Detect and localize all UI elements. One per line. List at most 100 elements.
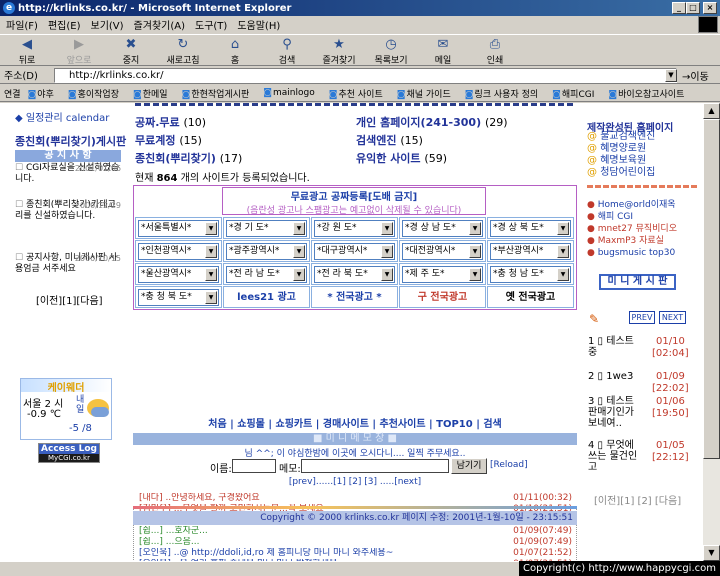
menu-item-5[interactable]: 도움말(H) [237,17,280,32]
toolbar-button-refresh[interactable]: ↻ 새로고침 [160,35,206,66]
region-select[interactable]: *울산광역시* ▼ [138,266,219,283]
category-link[interactable]: 개인 홈페이지(241-300) (29) [356,114,508,130]
scroll-thumb[interactable] [703,119,720,459]
notice-item[interactable]: ☐ 종친회(뿌리찾기)카테고리를 신설하였습니다. 2000/12/29 [15,200,121,250]
name-input[interactable] [232,459,276,473]
link-item-6[interactable]: ◙채널 가이드 [397,87,458,100]
ad-title: 무료광고 공짜등록[도배 금지] [290,192,418,203]
link-item-5[interactable]: ◙추천 사이트 [329,87,390,100]
toolbar-button-search[interactable]: ⚲ 검색 [264,35,310,66]
menu-item-3[interactable]: 즐겨찾기(A) [134,17,185,32]
mini-board-title[interactable]: 미 니 게 시 판 [599,274,676,290]
region-select[interactable]: *서울특별시* ▼ [138,220,219,237]
vertical-scrollbar[interactable]: ▲ ▼ [703,103,720,561]
menu-item-0[interactable]: 파일(F) [6,17,38,32]
link-item-8[interactable]: ◙해피CGI [552,87,601,100]
memo-input[interactable] [301,459,449,473]
notice-item[interactable]: ☐ CGI자료실을 신설하였습니다. 2001/01/06 [15,163,121,197]
link-label: mainlogo [273,88,315,98]
submit-memo-button[interactable]: 남기기 [451,458,487,474]
region-select[interactable]: *경 기 도* ▼ [226,220,307,237]
link-item-7[interactable]: ◙링크 사용자 정의 [465,87,545,100]
ad-cell: *경 기 도* ▼ [223,217,310,239]
close-button[interactable]: × [703,2,717,14]
link-item-2[interactable]: ◙한메일 [133,87,175,100]
address-input[interactable]: http://krlinks.co.kr/ [54,68,677,83]
partner-link[interactable]: ● 해피 CGI [587,211,693,223]
completed-site-link[interactable]: @ 청담어린이집 [587,167,693,179]
region-select[interactable]: *충 청 남 도* ▼ [490,266,571,283]
link-item-0[interactable]: ◙야후 [28,87,61,100]
completed-site-link[interactable]: @ 혜명보육원 [587,155,693,167]
menu-item-2[interactable]: 보기(V) [91,17,124,32]
toolbar-button-mail[interactable]: ✉ 메일 [420,35,466,66]
toolbar-button-home[interactable]: ⌂ 홈 [212,35,258,66]
ad-lees-link[interactable]: lees21 광고 [224,287,309,309]
category-link[interactable]: 무료계정 (15) [135,132,202,148]
mini-board-pager[interactable]: [이전][1] [2] [다음] [594,492,681,507]
menu-item-1[interactable]: 편집(E) [48,17,81,32]
partner-link[interactable]: ● bugsmusic top30 [587,247,693,259]
ad-cell: *강 원 도* ▼ [311,217,398,239]
region-select[interactable]: *경 상 북 도* ▼ [490,220,571,237]
scroll-down-button[interactable]: ▼ [703,545,720,561]
region-select[interactable]: *대구광역시* ▼ [314,243,395,260]
next-button[interactable]: NEXT [659,311,686,324]
region-select[interactable]: *경 상 남 도* ▼ [402,220,483,237]
menu-item-4[interactable]: 도구(T) [195,17,227,32]
link-item-4[interactable]: ◙mainlogo [263,88,321,98]
memo-pager[interactable]: [prev]......[1] [2] [3] .....[next] [133,477,577,487]
scroll-up-button[interactable]: ▲ [703,103,720,119]
region-select[interactable]: *대전광역시* ▼ [402,243,483,260]
region-select[interactable]: *제 주 도* ▼ [402,266,483,283]
site-nav[interactable]: 처음 | 쇼핑몰 | 쇼핑카트 | 경매사이트 | 추천사이트 | TOP10 … [135,415,575,430]
notice-pager[interactable]: [이전][1][다음] [36,292,103,307]
mini-board-item[interactable]: 4 ▯ 무엇에 쓰는 물건인고 01/05 [22:12] [588,440,689,473]
prev-button[interactable]: PREV [629,311,655,324]
ad-nation-link[interactable]: * 전국광고 * [312,287,397,309]
page-icon: ◙ [328,89,338,100]
category-link[interactable]: 검색엔진 (15) [356,132,423,148]
completed-site-link[interactable]: @ 불교검색엔진 [587,131,693,143]
ad-yet-link[interactable]: 옛 전국광고 [488,287,573,309]
toolbar-button-stop[interactable]: ✖ 중지 [108,35,154,66]
link-item-9[interactable]: ◙바이오참고사이트 [608,87,691,100]
category-link[interactable]: 공짜.무료 (10) [135,114,206,130]
mini-board-item[interactable]: 3 ▯ 테스트 판매기인가 보네여.. 01/06 [19:50] [588,396,689,429]
mini-board-item[interactable]: 1 ▯ 테스트중 01/10 [02:04] [588,336,689,368]
category-count: (15) [179,134,202,147]
toolbar-button-back[interactable]: ◀ 뒤로 [4,35,50,66]
toolbar-label: 목록보기 [374,56,408,66]
region-select[interactable]: *강 원 도* ▼ [314,220,395,237]
partner-link[interactable]: ● mnet27 뮤직비디오 [587,223,693,235]
toolbar-button-forward[interactable]: ▶ 앞으로 [56,35,102,66]
clan-board-link[interactable]: 종친회(뿌리찾기)게시판 [15,133,126,149]
reload-link[interactable]: [Reload] [490,460,528,470]
completed-site-link[interactable]: @ 혜명양로원 [587,143,693,155]
region-select[interactable]: *부산광역시* ▼ [490,243,571,260]
toolbar-button-history[interactable]: ◷ 목록보기 [368,35,414,66]
toolbar-button-favorites[interactable]: ★ 즐겨찾기 [316,35,362,66]
weather-widget[interactable]: 케이웨더 서울 2 시 -0.9 ℃ 내일 -5 /8 [20,378,112,440]
memo-text: [내다] ..안녕하세요, 구경왔어요 [139,493,260,503]
category-link[interactable]: 종친회(뿌리찾기) (17) [135,150,242,166]
toolbar-button-print[interactable]: ⎙ 인쇄 [472,35,518,66]
address-dropdown-button[interactable]: ▼ [665,69,677,82]
region-select[interactable]: *인천광역시* ▼ [138,243,219,260]
partner-link[interactable]: ● Home@orld이재옥 [587,199,693,211]
partner-link[interactable]: ● MaxmP3 자료실 [587,235,693,247]
maximize-button[interactable]: □ [686,2,700,14]
region-select[interactable]: *충 청 북 도* ▼ [138,289,219,306]
region-label: *경 상 북 도* [493,223,544,233]
region-select[interactable]: *광주광역시* ▼ [226,243,307,260]
go-button[interactable]: →이동 [682,68,709,83]
ad-gu-link[interactable]: 구 전국광고 [400,287,485,309]
region-select[interactable]: *전 라 북 도* ▼ [314,266,395,283]
region-select[interactable]: *전 라 남 도* ▼ [226,266,307,283]
schedule-link[interactable]: ◆ 일정관리 calendar [15,109,109,124]
link-item-1[interactable]: ◙홍이작업장 [68,87,126,100]
access-log-badge[interactable]: Access Log MyCGI.co.kr [38,443,100,463]
category-link[interactable]: 유익한 사이트 (59) [356,150,447,166]
minimize-button[interactable]: _ [672,2,686,14]
link-item-3[interactable]: ◙한현작업게시판 [182,87,257,100]
